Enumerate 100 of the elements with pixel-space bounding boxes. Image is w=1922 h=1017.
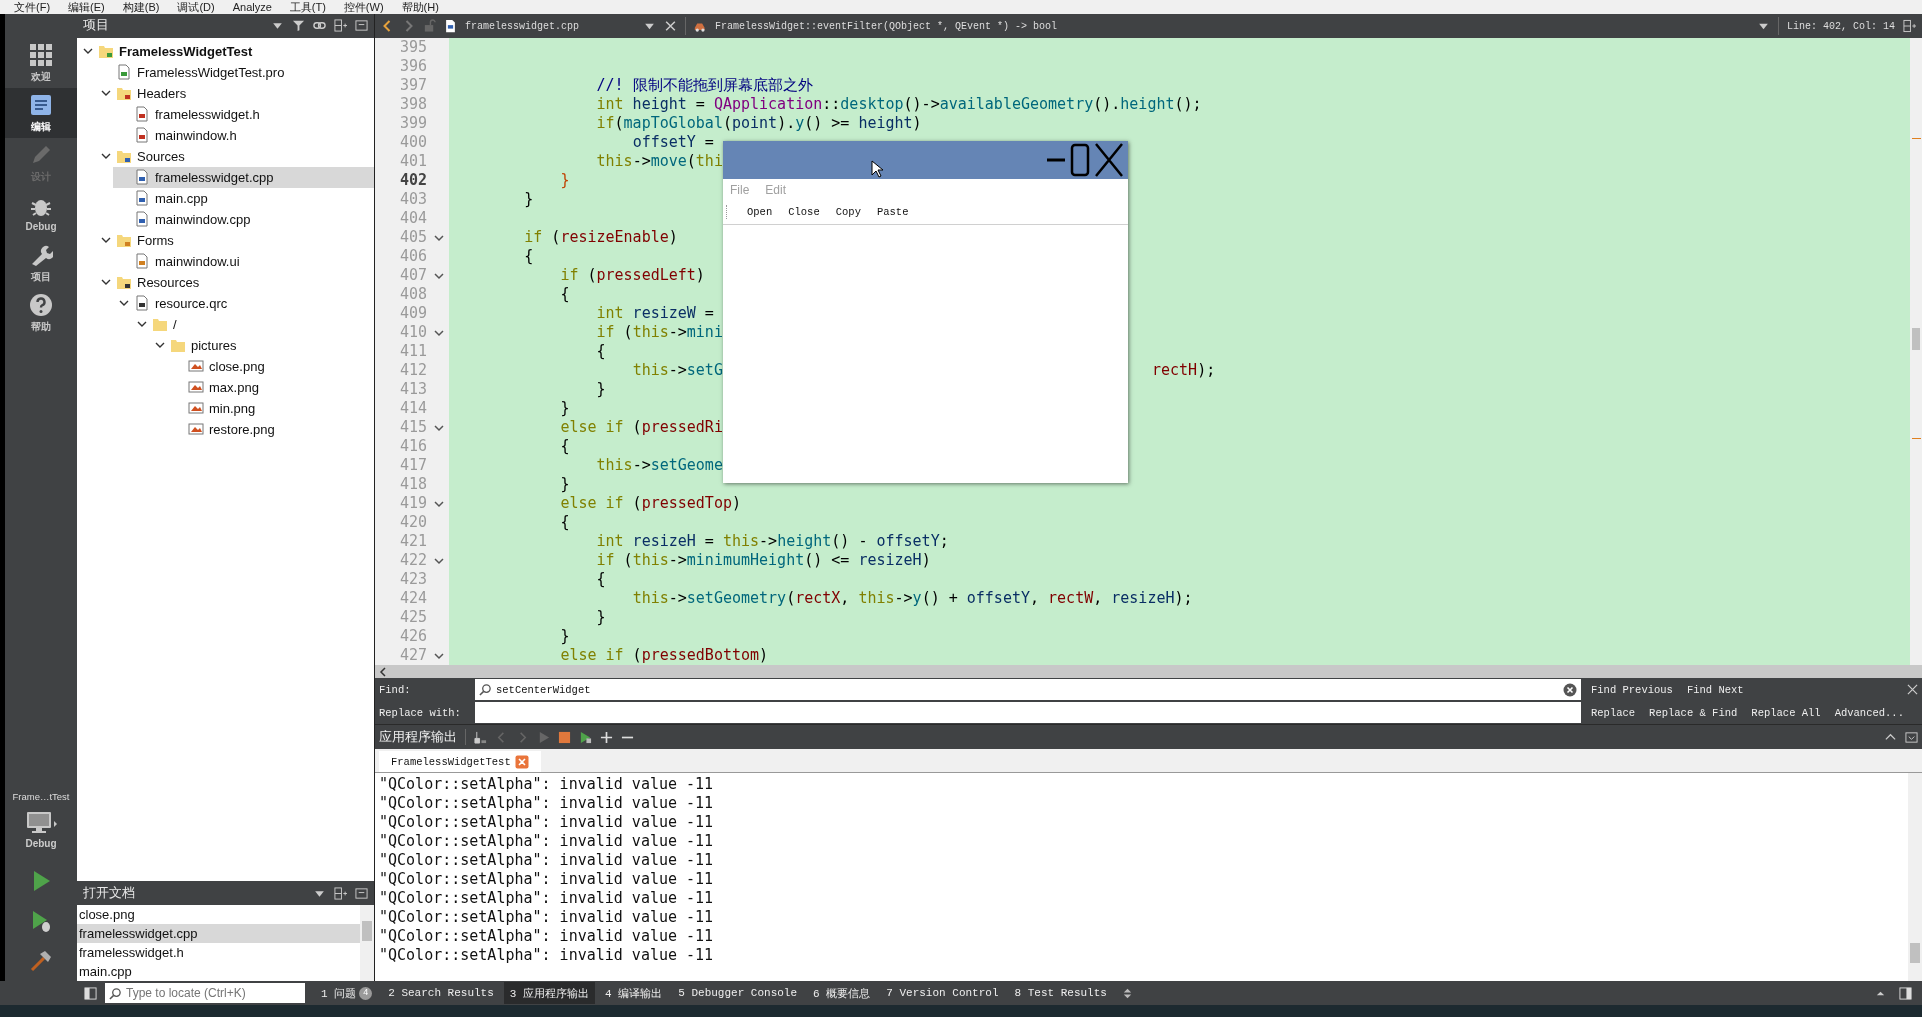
hammer-icon[interactable] [29,949,53,973]
file-selector[interactable]: framelesswidget.cpp [465,20,635,32]
output-pane-tab[interactable]: 4 编译输出 [599,982,669,1004]
open-document-item[interactable]: framelesswidget.cpp [77,924,360,943]
tree-item[interactable]: close.png [167,355,374,377]
output-pane-tab[interactable]: 2 Search Results [382,982,500,1004]
mode-button[interactable]: 欢迎 [5,38,77,88]
code-line: { [596,570,606,589]
broom-icon[interactable] [474,730,487,744]
split-icon[interactable] [334,886,347,900]
tree-item[interactable]: mainwindow.h [113,124,374,146]
image-file-icon [188,400,204,417]
close-panel-icon[interactable] [355,19,368,33]
open-document-item[interactable]: close.png [77,905,360,924]
replace-button[interactable]: Advanced... [1830,706,1908,719]
sidebar-toggle-icon[interactable] [84,986,97,1000]
tree-item[interactable]: max.png [167,376,374,398]
tree-item[interactable]: resource.qrc [113,292,374,314]
tree-item[interactable]: framelesswidget.h [113,103,374,125]
replace-button[interactable]: Replace & Find [1645,706,1742,719]
tree-item[interactable]: / [131,313,374,335]
close-panel-icon[interactable] [355,886,368,900]
toolbar-button[interactable]: Open [740,206,780,218]
tree-item[interactable]: mainwindow.ui [113,250,374,272]
stop-icon[interactable] [558,730,571,744]
filter-icon[interactable] [292,19,305,33]
menu-item[interactable]: 帮助(H) [401,0,439,14]
scrollbar[interactable] [360,905,374,981]
menu-item[interactable]: 工具(T) [289,0,326,14]
output-pane-tab[interactable]: 6 概要信息 [807,982,877,1004]
replace-button[interactable]: Replace [1587,706,1640,719]
output-line: "QColor::setAlpha": invalid value -11 [378,813,715,832]
rerun-icon[interactable] [579,730,592,744]
mode-button[interactable]: 项目 [5,238,77,288]
code-line: { [596,342,606,361]
toolbar-button[interactable]: Copy [828,206,868,218]
tree-item[interactable]: pictures [149,334,374,356]
symbol-selector[interactable]: FramelessWidget::eventFilter(QObject *, QEvent *) -> bool [715,20,1749,32]
line-number: 421 [398,532,428,551]
scrollbar[interactable] [1908,773,1922,981]
menu-item[interactable]: 文件(F) [14,0,51,14]
tree-item[interactable]: min.png [167,397,374,419]
replace-field[interactable] [475,702,1581,723]
tree-item[interactable]: restore.png [167,418,374,440]
code-line: if (pressedLeft) [560,266,705,285]
split-icon[interactable] [1903,19,1916,33]
output-pane-tab[interactable]: 7 Version Control [880,982,1005,1004]
tree-item[interactable]: mainwindow.cpp [113,208,374,230]
pane-title: 应用程序输出 [379,728,457,746]
code-line: } [596,380,606,399]
monitor-icon[interactable] [25,810,57,836]
output-pane-tab[interactable]: 1 问题 4 [315,982,379,1004]
menu-item[interactable]: 编辑(E) [68,0,105,14]
split-icon[interactable] [334,19,347,33]
locate-field[interactable]: Type to locate (Ctrl+K) [105,983,305,1003]
horizontal-scrollbar[interactable] [375,665,1922,678]
mode-button[interactable]: Debug [5,188,77,238]
close-icon[interactable] [514,754,529,769]
find-field[interactable]: setCenterWidget [475,679,1581,700]
line-number: 404 [398,209,428,228]
toolbar-grip[interactable] [726,205,730,219]
plus-icon[interactable] [600,730,613,744]
output-tab[interactable]: FramelessWidgetTest [379,751,541,772]
scrollbar[interactable] [1910,38,1922,665]
menu-item[interactable]: 构建(B) [122,0,160,14]
menu-item[interactable]: 控件(W) [343,0,384,14]
menu-item[interactable]: Analyze [232,0,272,14]
tree-item[interactable]: Headers [95,82,374,104]
window-title-bar[interactable] [723,141,1128,179]
toolbar-button[interactable]: Paste [869,206,916,218]
tree-item[interactable]: framelesswidget.cpp [113,166,374,188]
close-icon[interactable] [1094,142,1124,178]
panel-icon[interactable] [1905,730,1918,744]
tree-item[interactable]: FramelessWidgetTest [77,40,374,62]
line-number: 407 [398,266,428,285]
arrow-left-icon[interactable] [378,666,388,677]
tree-item[interactable]: FramelessWidgetTest.pro [95,61,374,83]
maximize-icon[interactable] [1070,142,1090,178]
tree-item[interactable]: main.cpp [113,187,374,209]
find-button[interactable]: Find Next [1682,683,1748,696]
line-number: 408 [398,285,428,304]
line-number: 418 [398,475,428,494]
tree-item[interactable]: Forms [95,229,374,251]
open-document-item[interactable]: main.cpp [77,962,360,981]
output-pane-tab[interactable]: 3 应用程序输出 [503,982,596,1004]
code-line: } [560,627,570,646]
sidebar-toggle-icon[interactable] [1899,986,1912,1000]
output-pane-tab[interactable]: 8 Test Results [1008,982,1113,1004]
find-button[interactable]: Find Previous [1587,683,1677,696]
clear-icon[interactable] [1563,682,1577,697]
toolbar-button[interactable]: Close [781,206,827,218]
mode-button[interactable]: 帮助 [5,288,77,338]
open-document-item[interactable]: framelesswidget.h [77,943,360,962]
menu-item[interactable]: 调试(D) [177,0,215,14]
output-pane-tab[interactable]: 5 Debugger Console [672,982,804,1004]
mode-button[interactable]: 编辑 [5,88,77,138]
replace-button[interactable]: Replace All [1747,706,1825,719]
file-icon [134,295,150,312]
tree-item[interactable]: Sources [95,145,374,167]
tree-item[interactable]: Resources [95,271,374,293]
